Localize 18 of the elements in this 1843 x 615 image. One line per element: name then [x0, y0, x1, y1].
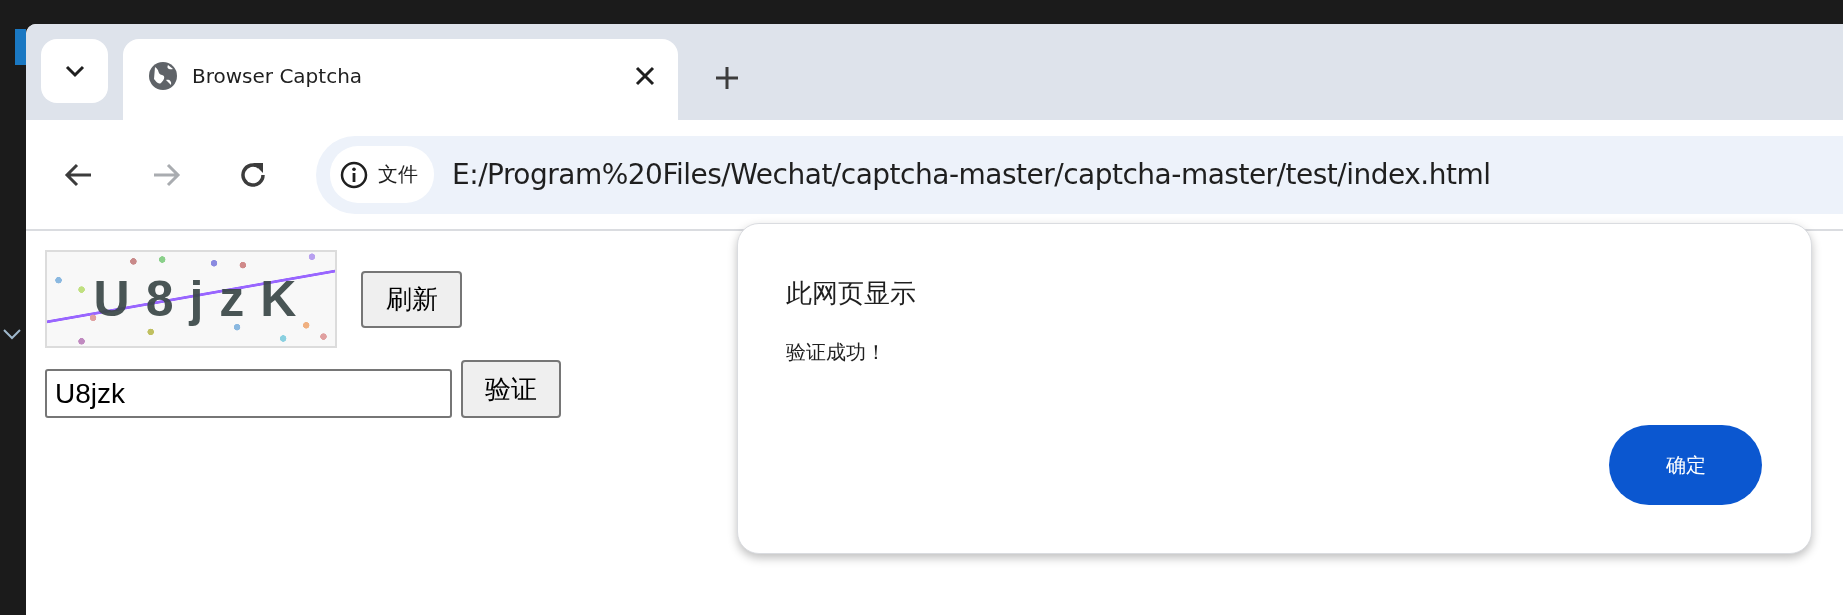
chevron-down-icon — [2, 327, 22, 341]
chevron-down-icon — [63, 64, 86, 78]
globe-icon — [148, 60, 178, 91]
dialog-message: 验证成功！ — [786, 339, 887, 366]
dialog-title: 此网页显示 — [786, 277, 917, 310]
tab-title: Browser Captcha — [192, 63, 364, 88]
new-tab-icon[interactable] — [714, 65, 740, 91]
captcha-input[interactable]: U8jzk — [45, 369, 452, 418]
close-icon[interactable] — [634, 64, 656, 87]
info-icon — [340, 160, 368, 189]
ok-button[interactable]: 确定 — [1609, 425, 1762, 505]
browser-tab[interactable]: Browser Captcha — [123, 39, 678, 120]
refresh-button[interactable]: 刷新 — [361, 270, 462, 328]
verify-button[interactable]: 验证 — [461, 360, 561, 418]
site-info-chip[interactable]: 文件 — [330, 146, 434, 203]
address-bar[interactable]: 文件 E:/Program%20Files/Wechat/captcha-master/captcha-master/test/index.html — [316, 135, 1843, 214]
taskbar-tile — [15, 29, 26, 65]
url-text: E:/Program%20Files/Wechat/captcha-master/captcha-master/test/index.html — [452, 158, 1491, 191]
